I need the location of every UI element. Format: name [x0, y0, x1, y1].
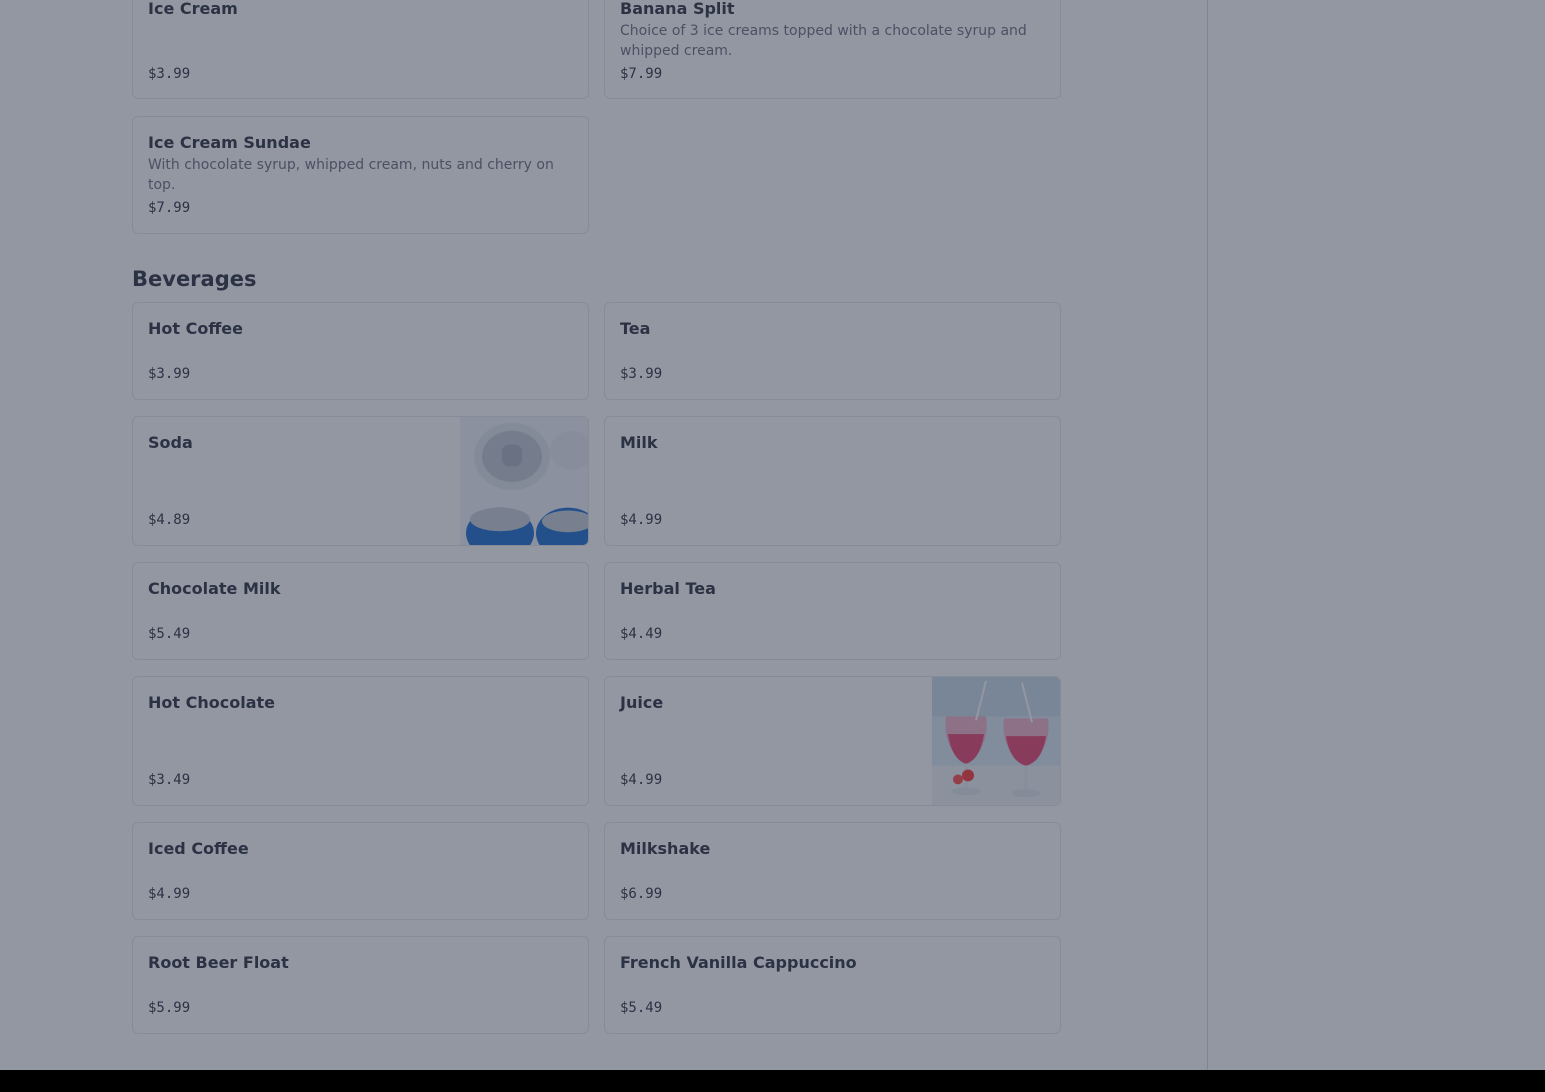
modal-backdrop-overlay[interactable] [0, 0, 1545, 1070]
footer-bar [0, 1070, 1545, 1092]
menu-page: Ice Cream $3.99 Banana Split Choice of 3… [0, 0, 1545, 1092]
